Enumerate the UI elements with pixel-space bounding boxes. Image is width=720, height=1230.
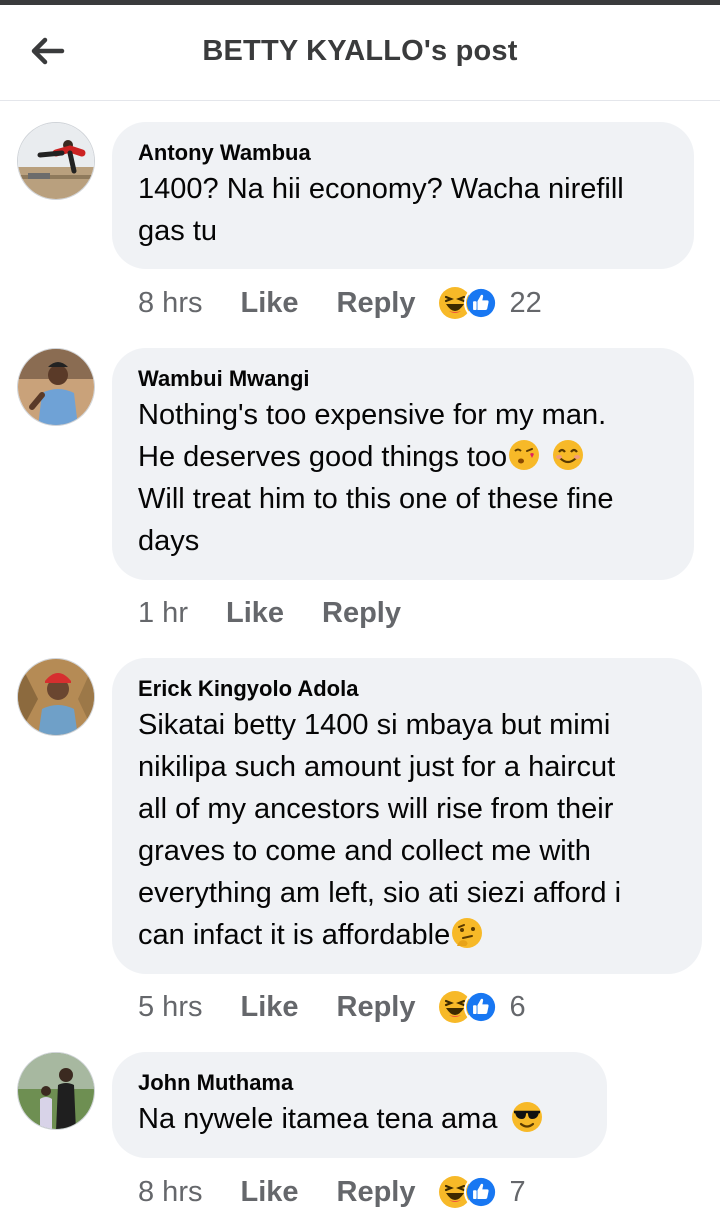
like-button[interactable]: Like (226, 597, 284, 630)
smiling-face-emoji (553, 440, 584, 470)
comment-time[interactable]: 8 hrs (138, 287, 202, 320)
comment-time[interactable]: 5 hrs (138, 991, 202, 1024)
avatar[interactable] (17, 348, 95, 426)
comment-actions: 8 hrs Like Reply 22 (138, 283, 542, 323)
comment-bubble: Erick Kingyolo Adola Sikatai betty 1400 … (112, 658, 702, 974)
comment-time[interactable]: 8 hrs (138, 1176, 202, 1209)
comment-line: Na nywele itamea tena ama (138, 1098, 581, 1140)
reaction-summary[interactable]: 6 (438, 990, 526, 1024)
avatar[interactable] (17, 122, 95, 200)
comment-line: Nothing's too expensive for my man. (138, 399, 607, 431)
reply-button[interactable]: Reply (322, 597, 401, 630)
like-reaction-icon (463, 990, 498, 1024)
comment-line: can infact it is affordable (138, 914, 676, 956)
comment-line-text: Na nywele itamea tena ama (138, 1103, 506, 1135)
like-button[interactable]: Like (240, 1176, 298, 1209)
reaction-count: 22 (509, 286, 542, 319)
comment-line: 1400? Na hii economy? Wacha nirefill (138, 173, 624, 205)
page-title: BETTY KYALLO's post (202, 35, 518, 67)
like-button[interactable]: Like (240, 287, 298, 320)
reaction-summary[interactable]: 22 (438, 286, 542, 320)
reply-button[interactable]: Reply (337, 991, 416, 1024)
comment-text: 1400? Na hii economy? Wacha nirefill gas… (138, 168, 668, 252)
comment-text: Sikatai betty 1400 si mbaya but mimi nik… (138, 704, 676, 956)
reply-button[interactable]: Reply (337, 287, 416, 320)
comment-bubble: John Muthama Na nywele itamea tena ama (112, 1052, 607, 1158)
reaction-summary[interactable]: 7 (438, 1175, 526, 1209)
like-button[interactable]: Like (240, 991, 298, 1024)
face-blowing-kiss-emoji (509, 440, 540, 470)
reaction-count: 6 (509, 990, 526, 1023)
comment-author[interactable]: Erick Kingyolo Adola (138, 676, 676, 702)
comment-line: everything am left, sio ati siezi afford… (138, 877, 622, 909)
comment-line: days (138, 525, 200, 557)
post-header: BETTY KYALLO's post (0, 5, 720, 101)
thinking-face-emoji (452, 918, 483, 948)
comment-bubble: Wambui Mwangi Nothing's too expensive fo… (112, 348, 694, 580)
reaction-count: 7 (509, 1175, 526, 1208)
comment-author[interactable]: Antony Wambua (138, 140, 668, 166)
comment-actions: 8 hrs Like Reply 7 (138, 1172, 526, 1212)
comment-line: nikilipa such amount just for a haircut (138, 751, 616, 783)
comment-line: He deserves good things too (138, 436, 668, 478)
comment-actions: 5 hrs Like Reply 6 (138, 987, 526, 1027)
comment-line: all of my ancestors will rise from their (138, 793, 614, 825)
comment-text: Na nywele itamea tena ama (138, 1098, 581, 1140)
like-reaction-icon (463, 1175, 498, 1209)
comment-actions: 1 hr Like Reply (138, 593, 439, 633)
comment-line-text: can infact it is affordable (138, 919, 451, 951)
comment-line: graves to come and collect me with (138, 835, 591, 867)
comment-time[interactable]: 1 hr (138, 597, 188, 630)
comment-author[interactable]: Wambui Mwangi (138, 366, 668, 392)
sunglasses-face-emoji (511, 1102, 542, 1132)
avatar[interactable] (17, 1052, 95, 1130)
comment-line-text: He deserves good things too (138, 441, 508, 473)
comment-bubble: Antony Wambua 1400? Na hii economy? Wach… (112, 122, 694, 269)
comment-author[interactable]: John Muthama (138, 1070, 581, 1096)
reply-button[interactable]: Reply (337, 1176, 416, 1209)
comment-text: Nothing's too expensive for my man. He d… (138, 394, 668, 562)
comment-line: gas tu (138, 215, 217, 247)
avatar[interactable] (17, 658, 95, 736)
comment-line: Sikatai betty 1400 si mbaya but mimi (138, 709, 611, 741)
comment-line: Will treat him to this one of these fine (138, 483, 614, 515)
like-reaction-icon (463, 286, 498, 320)
